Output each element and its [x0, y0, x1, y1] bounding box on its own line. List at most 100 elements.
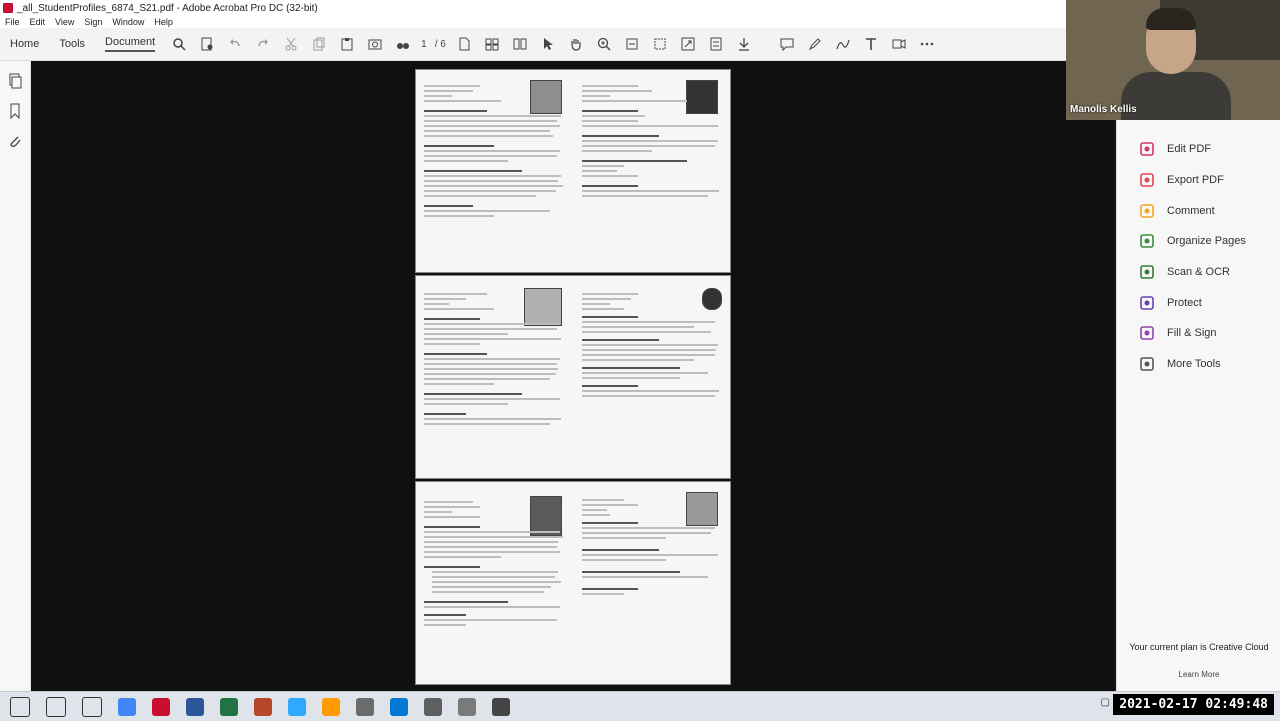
- hand-tool-icon[interactable]: [569, 37, 583, 51]
- student-profile-text: [582, 496, 722, 598]
- tool-label: More Tools: [1167, 358, 1221, 371]
- tool-organize-pages[interactable]: Organize Pages: [1117, 226, 1280, 257]
- menu-edit[interactable]: Edit: [30, 17, 46, 27]
- taskbar-task-view-icon[interactable]: [46, 696, 66, 717]
- menu-file[interactable]: File: [5, 17, 20, 27]
- tool-protect[interactable]: Protect: [1117, 287, 1280, 318]
- search-icon[interactable]: [172, 37, 186, 51]
- select-cursor-icon[interactable]: [541, 37, 555, 51]
- stamp-icon[interactable]: [892, 37, 906, 51]
- two-page-view-icon[interactable]: [513, 37, 527, 51]
- taskbar-mail-icon[interactable]: [390, 697, 408, 716]
- title-bar: _all_StudentProfiles_6874_S21.pdf - Adob…: [0, 0, 1066, 16]
- fit-page-icon[interactable]: [625, 37, 639, 51]
- current-page[interactable]: 1: [421, 39, 427, 50]
- tools-pane-scrolled-item: [1117, 117, 1280, 127]
- webcam-video: Manolis Kellis: [1066, 0, 1280, 120]
- fill-sign-icon: [1139, 325, 1155, 341]
- paste-icon[interactable]: [340, 37, 354, 51]
- taskbar-acrobat-icon[interactable]: [152, 697, 170, 716]
- document-viewer[interactable]: [31, 61, 1115, 691]
- export-pdf-icon: [1139, 172, 1155, 188]
- acrobat-app-icon: [3, 3, 13, 13]
- attachment-icon[interactable]: [7, 133, 23, 149]
- tool-label: Scan & OCR: [1167, 266, 1230, 279]
- pdf-page[interactable]: [415, 481, 731, 685]
- participant-body: [1121, 72, 1231, 120]
- tool-scan-ocr[interactable]: Scan & OCR: [1117, 257, 1280, 288]
- rotate-icon[interactable]: [653, 37, 667, 51]
- student-profile-text: [582, 82, 722, 200]
- taskbar-photoshop-icon[interactable]: [288, 697, 306, 716]
- tool-label: Export PDF: [1167, 174, 1224, 187]
- page-icon[interactable]: [457, 37, 471, 51]
- pdf-page[interactable]: [415, 69, 731, 273]
- redo-icon[interactable]: [256, 37, 270, 51]
- tool-label: Edit PDF: [1167, 143, 1212, 156]
- bookmark-icon[interactable]: [7, 103, 23, 119]
- menu-window[interactable]: Window: [112, 17, 144, 27]
- menu-help[interactable]: Help: [154, 17, 173, 27]
- page-thumbnails-icon[interactable]: [7, 73, 23, 89]
- taskbar-excel-icon[interactable]: [220, 697, 238, 716]
- taskbar-start-icon[interactable]: [10, 696, 30, 717]
- tab-home[interactable]: Home: [10, 38, 39, 50]
- tool-label: Protect: [1167, 296, 1202, 309]
- participant-hair: [1146, 8, 1196, 30]
- student-profile-text: [424, 290, 564, 428]
- snapshot-icon[interactable]: [368, 37, 382, 51]
- learn-more-link[interactable]: Learn More: [1117, 670, 1280, 679]
- tools-pane: Edit PDF Export PDF Comment Organize Pages S…: [1116, 120, 1280, 691]
- taskbar-chrome-icon[interactable]: [118, 697, 136, 716]
- tool-edit-pdf[interactable]: Edit PDF: [1117, 134, 1280, 165]
- scan-ocr-icon: [1139, 264, 1155, 280]
- windows-taskbar: [0, 691, 1280, 721]
- datetime-overlay: 2021-02-17 02:49:48: [1113, 694, 1274, 715]
- full-screen-icon[interactable]: [681, 37, 695, 51]
- create-pdf-icon[interactable]: [200, 37, 214, 51]
- copy-icon[interactable]: [312, 37, 326, 51]
- organize-icon[interactable]: [485, 37, 499, 51]
- tool-fill-sign[interactable]: Fill & Sign: [1117, 318, 1280, 349]
- comment-icon[interactable]: [780, 37, 794, 51]
- tray-icon[interactable]: ▢: [1101, 697, 1110, 708]
- organize-pages-icon: [1139, 233, 1155, 249]
- tool-label: Organize Pages: [1167, 235, 1246, 248]
- draw-icon[interactable]: [836, 37, 850, 51]
- cut-icon[interactable]: [284, 37, 298, 51]
- more-options-icon[interactable]: [920, 37, 934, 51]
- taskbar-powerpoint-icon[interactable]: [254, 697, 272, 716]
- plan-text: Your current plan is Creative Cloud: [1129, 642, 1269, 652]
- taskbar-search-icon[interactable]: [82, 696, 102, 717]
- main-toolbar: Home Tools Document 1 / 6: [0, 28, 1066, 61]
- undo-icon[interactable]: [228, 37, 242, 51]
- participant-name: Manolis Kellis: [1070, 104, 1137, 115]
- menu-view[interactable]: View: [55, 17, 74, 27]
- binoculars-icon[interactable]: [396, 37, 410, 51]
- taskbar-app-icon[interactable]: [356, 697, 374, 716]
- zoom-in-icon[interactable]: [597, 37, 611, 51]
- menu-sign[interactable]: Sign: [84, 17, 102, 27]
- protect-icon: [1139, 295, 1155, 311]
- tool-label: Fill & Sign: [1167, 327, 1217, 340]
- tab-document[interactable]: Document: [105, 36, 156, 52]
- student-profile-text: [424, 82, 564, 220]
- pdf-page[interactable]: [415, 275, 731, 479]
- scroll-mode-icon[interactable]: [709, 37, 723, 51]
- tool-more-tools[interactable]: More Tools: [1117, 349, 1280, 380]
- left-navigation-rail: [0, 61, 31, 691]
- download-icon[interactable]: [737, 37, 751, 51]
- tool-comment[interactable]: Comment: [1117, 195, 1280, 226]
- taskbar-app-icon[interactable]: [492, 697, 510, 716]
- taskbar-word-icon[interactable]: [186, 697, 204, 716]
- total-pages: / 6: [434, 38, 446, 50]
- taskbar-illustrator-icon[interactable]: [322, 697, 340, 716]
- taskbar-app-icon[interactable]: [424, 697, 442, 716]
- tool-label: Comment: [1167, 204, 1215, 217]
- text-tool-icon[interactable]: [864, 37, 878, 51]
- tab-tools[interactable]: Tools: [59, 38, 85, 50]
- taskbar-app-icon[interactable]: [458, 697, 476, 716]
- highlight-pen-icon[interactable]: [808, 37, 822, 51]
- tool-export-pdf[interactable]: Export PDF: [1117, 165, 1280, 196]
- student-profile-text: [582, 290, 722, 400]
